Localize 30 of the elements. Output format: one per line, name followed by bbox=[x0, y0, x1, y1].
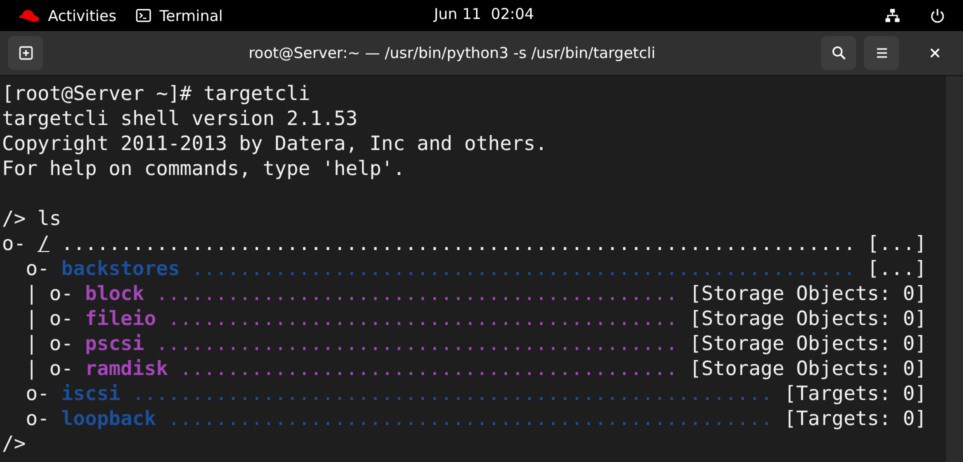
app-menu-button[interactable]: Terminal bbox=[128, 2, 231, 28]
close-icon bbox=[930, 48, 940, 58]
terminal-line: /> bbox=[2, 431, 26, 456]
terminal-line: | o- fileio ........................................... [Storage Objects: 0] bbox=[24, 306, 927, 331]
terminal-line: For help on commands, type 'help'. bbox=[2, 156, 405, 181]
terminal-line: [root@Server ~]# targetcli bbox=[2, 81, 310, 106]
terminal-line: | o- pscsi ............................................ [Storage Objects: 0] bbox=[24, 331, 927, 356]
terminal-icon bbox=[136, 9, 152, 22]
hat-logo-icon bbox=[18, 8, 40, 22]
new-tab-button[interactable] bbox=[8, 36, 43, 70]
terminal-line: o- backstores ........................................................ [...] bbox=[24, 256, 927, 281]
menu-button[interactable] bbox=[864, 36, 899, 70]
power-icon[interactable] bbox=[930, 8, 945, 23]
clock-button[interactable]: Jun 11 02:04 bbox=[434, 5, 534, 23]
new-tab-icon bbox=[18, 46, 32, 60]
network-icon[interactable] bbox=[885, 8, 900, 23]
terminal-line: o- / ................................................................... [...] bbox=[2, 231, 927, 256]
terminal-line: | o- ramdisk .......................................... [Storage Objects: 0] bbox=[24, 356, 927, 381]
activities-button[interactable]: Activities bbox=[10, 2, 124, 28]
search-icon bbox=[832, 46, 846, 60]
terminal-line: /> ls bbox=[2, 206, 62, 231]
terminal-line: Copyright 2011-2013 by Datera, Inc and others. bbox=[2, 131, 548, 156]
terminal-line: targetcli shell version 2.1.53 bbox=[2, 106, 358, 131]
terminal-line: o- loopback ................................................... [Targets: 0] bbox=[24, 406, 927, 431]
window-title: root@Server:~ — /usr/bin/python3 -s /usr/bin/targetcli bbox=[248, 44, 656, 62]
search-button[interactable] bbox=[821, 36, 856, 70]
scrollbar[interactable] bbox=[946, 76, 963, 462]
menu-icon bbox=[874, 46, 888, 60]
terminal-line: o- iscsi ...................................................... [Targets: 0] bbox=[24, 381, 927, 406]
terminal-line: | o- block ............................................ [Storage Objects: 0] bbox=[24, 281, 927, 306]
